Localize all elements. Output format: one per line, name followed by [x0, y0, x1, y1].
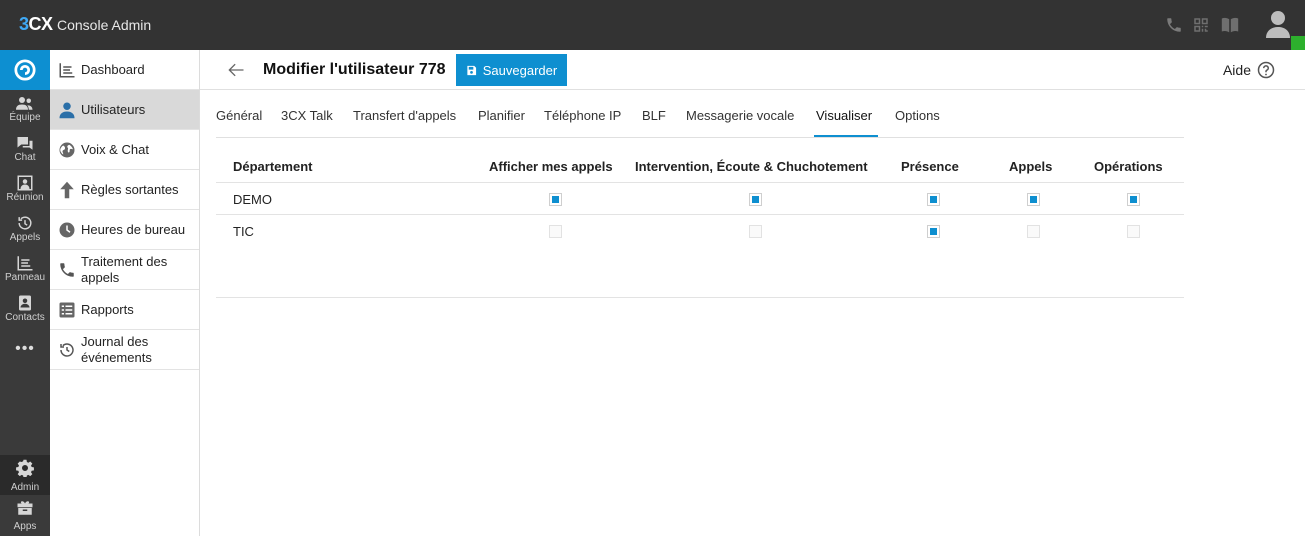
rail-item-apps[interactable]: Apps: [0, 495, 50, 536]
contacts-icon: [19, 295, 31, 311]
save-button[interactable]: Sauvegarder: [456, 54, 567, 86]
admin-sidebar: Dashboard Utilisateurs Voix & Chat Règle…: [50, 50, 200, 536]
sidebar-item-outbound-rules[interactable]: Règles sortantes: [50, 170, 199, 210]
rail-item-meeting[interactable]: Réunion: [0, 170, 50, 210]
sidebar-item-reports[interactable]: Rapports: [50, 290, 199, 330]
presence-status-indicator: [1291, 36, 1305, 50]
dashboard-icon: [58, 61, 76, 79]
user-avatar[interactable]: [1265, 10, 1291, 38]
checkbox-operations[interactable]: [1127, 193, 1140, 206]
user-icon: [58, 101, 76, 119]
sidebar-item-office-hours[interactable]: Heures de bureau: [50, 210, 199, 250]
rail-item-calls[interactable]: Appels: [0, 210, 50, 250]
tab-blf[interactable]: BLF: [642, 108, 666, 123]
sidebar-item-call-handling[interactable]: Traitement des appels: [50, 250, 199, 290]
tab-schedule[interactable]: Planifier: [478, 108, 525, 123]
rail-item-admin[interactable]: Admin: [0, 455, 50, 495]
globe-icon: [58, 141, 76, 159]
team-icon: [16, 97, 33, 110]
sidebar-item-voice-chat[interactable]: Voix & Chat: [50, 130, 199, 170]
gear-icon: [16, 459, 34, 477]
list-report-icon: [58, 301, 76, 319]
main-content: Modifier l'utilisateur 778 Sauvegarder A…: [200, 50, 1305, 536]
checkbox-intervention[interactable]: [749, 225, 762, 238]
tab-call-forwarding[interactable]: Transfert d'appels: [353, 108, 456, 123]
clock-icon: [58, 221, 76, 239]
help-circle-icon: [1257, 61, 1275, 79]
column-header-show-my-calls: Afficher mes appels: [489, 159, 613, 174]
meeting-icon: [17, 175, 33, 191]
checkbox-presence[interactable]: [927, 225, 940, 238]
page-title: Modifier l'utilisateur 778: [263, 61, 446, 78]
save-floppy-icon: [467, 65, 476, 75]
table-bottom-border: [216, 297, 1184, 298]
tab-general[interactable]: Général: [216, 108, 262, 123]
top-icons: [1145, 0, 1305, 50]
qr-code-icon[interactable]: [1192, 16, 1210, 34]
back-arrow-icon[interactable]: [226, 60, 246, 80]
sidebar-item-dashboard[interactable]: Dashboard: [50, 50, 199, 90]
call-history-icon: [18, 216, 32, 230]
3cx-home-icon: [14, 59, 36, 81]
department-name: TIC: [233, 224, 254, 239]
rail-item-chat[interactable]: Chat: [0, 130, 50, 170]
book-icon[interactable]: [1220, 16, 1240, 34]
app-title: Console Admin: [57, 17, 152, 33]
home-button[interactable]: [0, 50, 50, 90]
sidebar-item-users[interactable]: Utilisateurs: [50, 90, 199, 130]
column-header-presence: Présence: [901, 159, 959, 174]
active-tab-indicator: [814, 135, 878, 137]
phone-icon[interactable]: [1165, 16, 1183, 34]
top-bar: 3CX Console Admin: [0, 0, 1305, 50]
3cx-logo[interactable]: 3CX: [19, 14, 53, 35]
checkbox-show-my-calls[interactable]: [549, 193, 562, 206]
tab-3cx-talk[interactable]: 3CX Talk: [281, 108, 333, 123]
tab-voicemail[interactable]: Messagerie vocale: [686, 108, 794, 123]
page-header: Modifier l'utilisateur 778 Sauvegarder A…: [200, 50, 1305, 90]
history-icon: [58, 341, 76, 359]
column-header-intervention: Intervention, Écoute & Chuchotement: [635, 159, 868, 174]
arrow-up-icon: [58, 181, 76, 199]
help-link[interactable]: Aide: [1223, 61, 1275, 79]
table-row: TIC: [216, 214, 1184, 246]
rail-item-team[interactable]: Équipe: [0, 90, 50, 130]
sidebar-item-event-log[interactable]: Journal des événements: [50, 330, 199, 370]
column-header-operations: Opérations: [1094, 159, 1163, 174]
phone-icon: [58, 261, 76, 279]
checkbox-show-my-calls[interactable]: [549, 225, 562, 238]
tab-options[interactable]: Options: [895, 108, 940, 123]
app-rail: Équipe Chat Réunion Appels Panneau Conta…: [0, 50, 50, 536]
column-header-department: Département: [233, 159, 313, 174]
checkbox-calls[interactable]: [1027, 225, 1040, 238]
checkbox-operations[interactable]: [1127, 225, 1140, 238]
checkbox-presence[interactable]: [927, 193, 940, 206]
rail-item-panel[interactable]: Panneau: [0, 250, 50, 290]
column-header-calls: Appels: [1009, 159, 1053, 174]
rail-item-contacts[interactable]: Contacts: [0, 290, 50, 330]
tab-bar: Général 3CX Talk Transfert d'appels Plan…: [216, 90, 1184, 138]
apps-box-icon: [17, 501, 33, 515]
panel-icon: [17, 256, 33, 271]
department-name: DEMO: [233, 192, 272, 207]
chat-icon: [17, 137, 33, 150]
checkbox-intervention[interactable]: [749, 193, 762, 206]
checkbox-calls[interactable]: [1027, 193, 1040, 206]
more-icon[interactable]: •••: [0, 340, 50, 358]
tab-ip-phone[interactable]: Téléphone IP: [544, 108, 621, 123]
table-row: DEMO: [216, 182, 1184, 214]
tab-visualize[interactable]: Visualiser: [816, 108, 872, 123]
